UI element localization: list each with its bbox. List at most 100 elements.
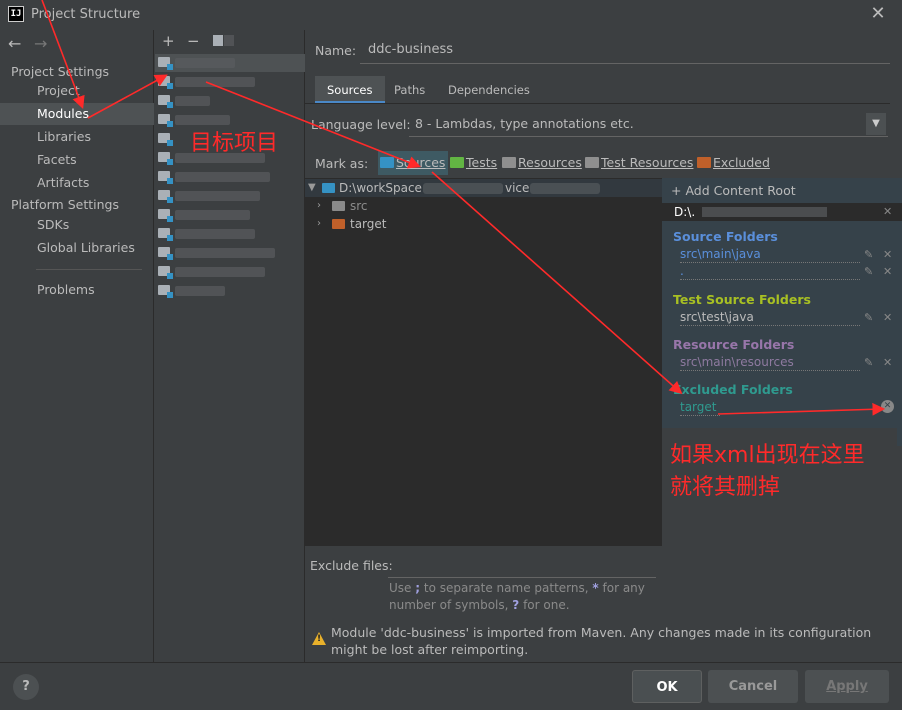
module-row[interactable] <box>155 187 305 205</box>
tab-sources[interactable]: Sources <box>315 76 385 104</box>
mark-as-resources-button[interactable]: Resources <box>500 151 585 175</box>
tree-root-label: D:\workSpace <box>339 181 422 195</box>
remove-module-icon[interactable]: − <box>187 32 200 50</box>
mark-as-tests-button[interactable]: Tests <box>448 151 500 175</box>
chevron-right-icon[interactable]: › <box>317 215 321 233</box>
ok-button[interactable]: OK <box>632 670 702 703</box>
chevron-down-icon[interactable]: ▼ <box>308 179 316 197</box>
mark-as-sources-button[interactable]: Sources <box>378 151 449 175</box>
tab-dependencies[interactable]: Dependencies <box>436 76 542 104</box>
excluded-folder-item: target <box>680 400 720 416</box>
name-label: Name: <box>315 43 357 58</box>
remove-icon[interactable]: ✕ <box>883 248 892 261</box>
tree-row-root[interactable]: ▼ D:\workSpace vice <box>305 179 662 197</box>
add-content-root-button[interactable]: + Add Content Root <box>671 183 796 198</box>
remove-circle-icon[interactable]: ✕ <box>881 400 894 413</box>
sidebar-item-global-libraries[interactable]: Global Libraries <box>0 237 154 259</box>
test-source-folders-title: Test Source Folders <box>673 292 811 307</box>
module-folder-icon <box>158 95 173 108</box>
module-row[interactable] <box>155 168 305 186</box>
back-arrow-icon[interactable]: ← <box>8 34 21 53</box>
tree-row-target[interactable]: › target <box>305 215 662 233</box>
module-folder-icon <box>158 133 173 146</box>
content-root-path-label: D:\. <box>674 205 696 219</box>
sidebar-item-facets[interactable]: Facets <box>0 149 154 171</box>
edit-icon[interactable]: ✎ <box>864 356 873 369</box>
platform-settings-heading: Platform Settings <box>11 197 119 212</box>
mark-as-test-resources-button[interactable]: Test Resources <box>583 151 696 175</box>
module-folder-icon <box>158 76 173 89</box>
mark-as-test-resources-label: Test Resources <box>601 155 694 170</box>
sidebar-item-project[interactable]: Project <box>0 80 154 102</box>
sidebar-item-sdks[interactable]: SDKs <box>0 214 154 236</box>
sidebar-item-libraries[interactable]: Libraries <box>0 126 154 148</box>
exclude-files-label: Exclude files: <box>310 558 393 573</box>
tabs-divider <box>305 103 890 104</box>
content-root-path: D:\. ✕ <box>662 203 902 221</box>
blurred-path <box>423 183 503 194</box>
module-row[interactable] <box>155 225 305 243</box>
copy-module-icon[interactable] <box>213 35 223 46</box>
edit-icon[interactable]: ✎ <box>864 311 873 324</box>
excluded-folders-title: Excluded Folders <box>673 382 793 397</box>
exclude-files-hint: Use ; to separate name patterns, * for a… <box>389 581 645 612</box>
chevron-down-icon[interactable]: ▼ <box>866 113 886 135</box>
sources-folder-icon <box>380 157 394 168</box>
sidebar-item-artifacts[interactable]: Artifacts <box>0 172 154 194</box>
module-row[interactable] <box>155 92 305 110</box>
module-row[interactable] <box>155 263 305 281</box>
edit-icon[interactable]: ✎ <box>864 265 873 278</box>
source-folder-item: . <box>680 264 860 280</box>
module-row[interactable] <box>155 73 305 91</box>
maven-warning-text: Module 'ddc-business' is imported from M… <box>331 625 872 657</box>
blurred-toolbar-icon <box>224 35 234 46</box>
module-row[interactable] <box>155 54 305 72</box>
sidebar-item-modules[interactable]: Modules <box>0 103 154 125</box>
module-folder-icon <box>158 247 173 260</box>
test-source-folder-item: src\test\java <box>680 310 860 326</box>
mark-as-resources-label: Resources <box>518 155 582 170</box>
mark-as-excluded-button[interactable]: Excluded <box>695 151 773 175</box>
module-row[interactable] <box>155 206 305 224</box>
mark-as-label: Mark as: <box>315 156 369 171</box>
resource-folder-item: src\main\resources <box>680 355 860 371</box>
resource-folders-title: Resource Folders <box>673 337 795 352</box>
excluded-folder-icon <box>697 157 711 168</box>
mark-as-sources-label: Sources <box>396 155 446 170</box>
tab-paths[interactable]: Paths <box>382 76 437 104</box>
close-icon[interactable]: ✕ <box>867 3 889 25</box>
language-level-select[interactable]: 8 - Lambdas, type annotations etc. <box>409 111 888 137</box>
warning-icon: ! <box>312 632 326 645</box>
forward-arrow-icon[interactable]: → <box>34 34 47 53</box>
apply-button[interactable]: Apply <box>805 670 889 703</box>
remove-root-icon[interactable]: ✕ <box>883 203 892 221</box>
module-folder-icon <box>158 171 173 184</box>
cancel-button[interactable]: Cancel <box>708 670 798 703</box>
exclude-files-input[interactable] <box>388 556 656 578</box>
module-row[interactable] <box>155 244 305 262</box>
module-folder-icon <box>158 57 173 70</box>
module-row[interactable] <box>155 282 305 300</box>
tree-target-label: target <box>350 217 387 231</box>
module-row[interactable] <box>155 111 305 129</box>
sidebar-item-problems[interactable]: Problems <box>0 279 154 301</box>
blurred-path <box>530 183 600 194</box>
module-folder-icon <box>158 209 173 222</box>
remove-icon[interactable]: ✕ <box>883 311 892 324</box>
resources-folder-icon <box>502 157 516 168</box>
add-module-icon[interactable]: + <box>162 32 175 50</box>
module-folder-icon <box>158 114 173 127</box>
excluded-folder-icon <box>332 219 345 229</box>
chevron-right-icon[interactable]: › <box>317 197 321 215</box>
module-name-input[interactable]: ddc-business <box>360 36 890 64</box>
help-button[interactable]: ? <box>13 674 39 700</box>
edit-icon[interactable]: ✎ <box>864 248 873 261</box>
module-folder-icon <box>158 190 173 203</box>
tree-src-label: src <box>350 199 368 213</box>
module-folder-icon <box>158 285 173 298</box>
remove-icon[interactable]: ✕ <box>883 265 892 278</box>
source-folder-item: src\main\java <box>680 247 860 263</box>
tree-row-src[interactable]: › src <box>305 197 662 215</box>
scroll-handle[interactable] <box>897 428 902 446</box>
remove-icon[interactable]: ✕ <box>883 356 892 369</box>
